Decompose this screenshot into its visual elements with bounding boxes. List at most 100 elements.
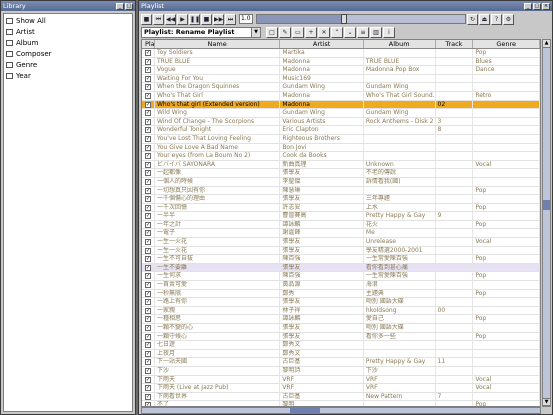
fast-forward-icon[interactable]: ▶▶ <box>213 13 224 25</box>
play-checkbox[interactable]: ✓ <box>145 67 151 74</box>
play-cell[interactable]: ✓ <box>142 177 155 186</box>
play-cell[interactable]: ✓ <box>142 289 155 298</box>
table-row[interactable]: ✓ 一種相思 譚詠麟 愛自己 Pop <box>142 315 540 324</box>
table-row[interactable]: ✓ 一秒無限 鄭秀 主題典 Pop <box>142 289 540 299</box>
play-checkbox[interactable]: ✓ <box>145 144 151 151</box>
table-row[interactable]: ✓ 一起都像 張學友 不老的傳說 <box>142 169 540 178</box>
play-checkbox[interactable]: ✓ <box>145 299 151 306</box>
table-row[interactable]: ✓ 一生一火花 張學友 學友精選2000-2001 <box>142 246 540 256</box>
play-checkbox[interactable]: ✓ <box>145 264 151 271</box>
play-checkbox[interactable]: ✓ <box>145 239 151 246</box>
table-row[interactable]: ✓ 七日遊 鄭秀文 <box>142 341 540 350</box>
pause-icon[interactable]: ❚❚ <box>189 13 200 25</box>
rewind-icon[interactable]: ◀◀ <box>165 13 176 25</box>
table-row[interactable]: ✓ Who's that girl (Extended version) Madon… <box>142 100 540 110</box>
table-row[interactable]: ✓ 下雨天 VRF VRF Vocal <box>142 375 540 385</box>
play-cell[interactable]: ✓ <box>142 186 155 195</box>
library-item[interactable]: Composer <box>4 48 132 59</box>
play-checkbox[interactable]: ✓ <box>145 101 151 108</box>
play-cell[interactable]: ✓ <box>142 263 155 272</box>
table-row[interactable]: ✓ 一半半 曹晉賽高 Pretty Happy & Gay 9 <box>142 212 540 221</box>
play-cell[interactable]: ✓ <box>142 126 155 134</box>
position-slider[interactable] <box>256 14 466 24</box>
play-checkbox[interactable]: ✓ <box>145 135 151 142</box>
table-row[interactable]: ✓ 下雨天 (Live at Jazz Pub) VRF VRF Vocal <box>142 384 540 393</box>
table-row[interactable]: ✓ 下一站天國 古巨基 Pretty Happy & Gay 11 <box>142 358 540 367</box>
play-cell[interactable]: ✓ <box>142 281 155 289</box>
play-cell[interactable]: ✓ <box>142 341 155 349</box>
table-row[interactable]: ✓ Wonderful Tonight Eric Clapton 8 <box>142 126 540 135</box>
play-cell[interactable]: ✓ <box>142 255 155 263</box>
play-cell[interactable]: ✓ <box>142 49 155 57</box>
play-cell[interactable]: ✓ <box>142 332 155 341</box>
play-cell[interactable]: ✓ <box>142 220 155 229</box>
table-row[interactable]: ✓ 一顆不變的心 張學友 吻別 國語大碟 <box>142 324 540 333</box>
table-row[interactable]: ✓ Toy Soldiers Martika Pop <box>142 49 540 58</box>
close-icon[interactable]: × <box>542 2 550 10</box>
play-checkbox[interactable]: ✓ <box>145 221 151 228</box>
play-cell[interactable]: ✓ <box>142 57 155 66</box>
rename-icon[interactable]: ✎ <box>279 26 291 38</box>
library-item[interactable]: Artist <box>4 26 132 37</box>
play-checkbox[interactable]: ✓ <box>145 84 151 91</box>
table-row[interactable]: ✓ 上夜月 鄭秀文 <box>142 349 540 359</box>
play-checkbox[interactable]: ✓ <box>145 273 151 280</box>
table-row[interactable]: ✓ Waiting For You Music169 <box>142 74 540 84</box>
play-checkbox[interactable]: ✓ <box>145 342 151 349</box>
play-checkbox[interactable]: ✓ <box>145 393 151 400</box>
eject-icon[interactable]: ⏏ <box>479 13 490 25</box>
play-checkbox[interactable]: ✓ <box>145 196 151 203</box>
play-cell[interactable]: ✓ <box>142 238 155 246</box>
play-checkbox[interactable]: ✓ <box>145 376 151 383</box>
move-up-icon[interactable]: ⌃ <box>331 26 343 38</box>
table-row[interactable]: ✓ Wind Of Change - The Scorpions Various A… <box>142 117 540 127</box>
table-row[interactable]: ✓ You Give Love A Bad Name Bon Jovi <box>142 143 540 153</box>
play-cell[interactable]: ✓ <box>142 100 155 109</box>
table-row[interactable]: ✓ 一生不可自拔 陳百強 一生常愛陳百強 Pop <box>142 255 540 264</box>
play-checkbox[interactable]: ✓ <box>145 350 151 357</box>
play-checkbox[interactable]: ✓ <box>145 187 151 194</box>
delete-icon[interactable]: ✕ <box>318 26 330 38</box>
play-checkbox[interactable]: ✓ <box>145 230 151 237</box>
speed-field[interactable]: 1.0 <box>239 14 253 24</box>
minimize-icon[interactable]: _ <box>524 2 532 10</box>
column-header-track[interactable]: Track <box>436 40 474 48</box>
play-cell[interactable]: ✓ <box>142 298 155 306</box>
horizontal-scrollbar[interactable] <box>141 407 541 414</box>
play-cell[interactable]: ✓ <box>142 229 155 238</box>
play-cell[interactable]: ✓ <box>142 349 155 358</box>
column-header-genre[interactable]: Genre <box>473 40 540 48</box>
minimize-icon[interactable]: _ <box>116 2 124 10</box>
play-checkbox[interactable]: ✓ <box>145 367 151 374</box>
table-row[interactable]: ✓ 下雨看世界 古巨基 New Pattern 7 <box>142 392 540 402</box>
add-file-icon[interactable]: + <box>305 26 317 38</box>
table-row[interactable]: ✓ 一千次回憶 許志安 上水 Pop <box>142 203 540 213</box>
play-cell[interactable]: ✓ <box>142 160 155 169</box>
scroll-down-icon[interactable]: ▼ <box>543 398 550 406</box>
play-cell[interactable]: ✓ <box>142 152 155 160</box>
play-checkbox[interactable]: ✓ <box>145 385 151 392</box>
play-cell[interactable]: ✓ <box>142 392 155 401</box>
play-cell[interactable]: ✓ <box>142 91 155 100</box>
table-row[interactable]: ✓ 一首賣可愛 黃品源 海浪 <box>142 281 540 290</box>
play-checkbox[interactable]: ✓ <box>145 282 151 289</box>
info-icon[interactable]: i <box>383 26 395 38</box>
stop-icon[interactable]: ■ <box>141 13 152 25</box>
play-checkbox[interactable]: ✓ <box>145 170 151 177</box>
play-cell[interactable]: ✓ <box>142 83 155 91</box>
chevron-down-icon[interactable]: ▼ <box>251 27 260 37</box>
table-row[interactable]: ✓ 一生何求 陳百強 一生常愛陳百強 Pop <box>142 272 540 282</box>
table-row[interactable]: ✓ TRUE BLUE Madonna TRUE BLUE Blues <box>142 57 540 67</box>
play-cell[interactable]: ✓ <box>142 358 155 366</box>
play-checkbox[interactable]: ✓ <box>145 213 151 220</box>
play-checkbox[interactable]: ✓ <box>145 178 151 185</box>
help-icon[interactable]: ? <box>491 13 502 25</box>
sort-icon[interactable]: ≡ <box>357 26 369 38</box>
hscroll-thumb[interactable] <box>290 408 320 413</box>
play-cell[interactable]: ✓ <box>142 246 155 255</box>
columns-icon[interactable]: ▥ <box>370 26 382 38</box>
playlist-table[interactable]: Play Name Artist Album Track Genre ✓ Toy … <box>141 39 541 407</box>
library-item[interactable]: Show All <box>4 15 132 26</box>
library-item[interactable]: Year <box>4 70 132 81</box>
table-row[interactable]: ✓ Your eyes (from La Boum No 2) Cook da Bo… <box>142 152 540 161</box>
